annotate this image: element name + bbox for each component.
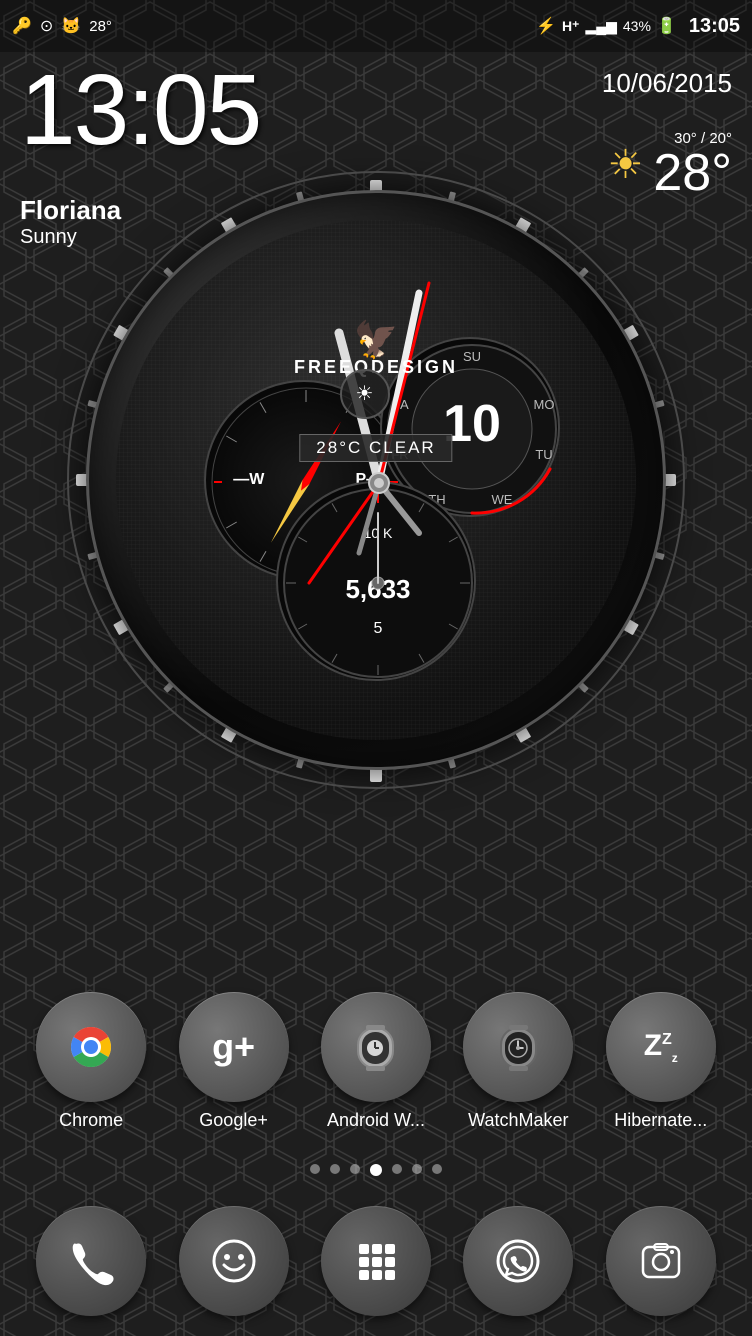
location-info: Floriana Sunny xyxy=(20,195,121,249)
android-wear-icon xyxy=(348,1020,403,1075)
weather-condition: Sunny xyxy=(20,226,121,249)
sun-icon: ☀ xyxy=(608,142,644,188)
app-item-android-wear[interactable]: Android W... xyxy=(321,992,431,1131)
google-plus-icon-circle[interactable]: g+ xyxy=(179,992,289,1102)
status-icons-left: 🔑 ⊙ 🐱 28° xyxy=(12,16,112,36)
weather-widget: ☀ 30° / 20° 28° xyxy=(608,130,733,199)
android-wear-icon-circle[interactable] xyxy=(321,992,431,1102)
whatsapp-icon xyxy=(492,1235,544,1287)
hibernate-icon: ZZz xyxy=(644,1029,678,1065)
chrome-label: Chrome xyxy=(59,1110,123,1131)
brightness-button[interactable]: ☀ xyxy=(340,369,390,419)
watch-hands-svg xyxy=(89,193,669,773)
eagle-icon: 🦅 xyxy=(294,319,458,361)
watchmaker-icon-circle[interactable] xyxy=(463,992,573,1102)
camera-instagram-icon xyxy=(635,1235,687,1287)
smiley-icon xyxy=(208,1235,260,1287)
page-dot-7 xyxy=(432,1164,442,1174)
battery-icon: 🔋 xyxy=(657,16,677,36)
hibernate-icon-circle[interactable]: ZZz xyxy=(606,992,716,1102)
google-plus-label: Google+ xyxy=(199,1110,268,1131)
bluetooth-icon: ⚡ xyxy=(536,16,556,36)
phone-icon xyxy=(66,1236,116,1286)
watch-face-container: 🦅 FREEQDESIGN 28°C CLEAR xyxy=(66,130,686,830)
page-dot-6 xyxy=(412,1164,422,1174)
city-name: Floriana xyxy=(20,195,121,226)
date-display: 10/06/2015 xyxy=(602,68,732,99)
page-dot-1 xyxy=(310,1164,320,1174)
chrome-icon-circle[interactable] xyxy=(36,992,146,1102)
target-icon: ⊙ xyxy=(40,16,53,36)
watchmaker-icon xyxy=(491,1020,546,1075)
status-time: 13:05 xyxy=(689,15,740,38)
main-time-display: 13:05 xyxy=(20,60,260,160)
hibernate-label: Hibernate... xyxy=(614,1110,707,1131)
hp-icon: H⁺ xyxy=(562,18,580,35)
watch-face: 🦅 FREEQDESIGN 28°C CLEAR xyxy=(86,190,666,770)
whatsapp-button[interactable] xyxy=(463,1206,573,1316)
key-icon: 🔑 xyxy=(12,16,32,36)
watchmaker-label: WatchMaker xyxy=(468,1110,568,1131)
page-dots xyxy=(0,1164,752,1176)
app-item-chrome[interactable]: Chrome xyxy=(36,992,146,1131)
cat-icon: 🐱 xyxy=(61,16,81,36)
page-dot-5 xyxy=(392,1164,402,1174)
app-item-google-plus[interactable]: g+ Google+ xyxy=(179,992,289,1131)
chrome-icon xyxy=(61,1017,121,1077)
app-item-hibernate[interactable]: ZZz Hibernate... xyxy=(606,992,716,1131)
brightness-icon: ☀ xyxy=(356,381,374,406)
apps-grid-icon xyxy=(351,1236,401,1286)
app-dock: Chrome g+ Google+ Android W... xyxy=(0,982,752,1141)
page-dot-2 xyxy=(330,1164,340,1174)
google-plus-icon: g+ xyxy=(212,1026,255,1068)
watch-weather-text: 28°C CLEAR xyxy=(316,438,435,457)
weather-temps: 30° / 20° 28° xyxy=(653,130,732,199)
brand-area: 🦅 FREEQDESIGN xyxy=(294,319,458,378)
bottom-dock xyxy=(0,1206,752,1316)
app-item-watchmaker[interactable]: WatchMaker xyxy=(463,992,573,1131)
weather-current-temp: 28° xyxy=(653,147,732,199)
android-wear-label: Android W... xyxy=(327,1110,425,1131)
status-icons-right: ⚡ H⁺ ▂▄▆ 43% 🔋 13:05 xyxy=(536,15,740,38)
page-dot-3 xyxy=(350,1164,360,1174)
smiley-button[interactable] xyxy=(179,1206,289,1316)
apps-button[interactable] xyxy=(321,1206,431,1316)
signal-icon: ▂▄▆ xyxy=(585,18,616,35)
status-temp: 28° xyxy=(89,18,112,35)
battery-percent: 43% xyxy=(623,18,651,34)
instagram-button[interactable] xyxy=(606,1206,716,1316)
status-bar: 🔑 ⊙ 🐱 28° ⚡ H⁺ ▂▄▆ 43% 🔋 13:05 xyxy=(0,0,752,52)
phone-button[interactable] xyxy=(36,1206,146,1316)
watch-weather-display: 28°C CLEAR xyxy=(299,434,452,462)
page-dot-4 xyxy=(370,1164,382,1176)
